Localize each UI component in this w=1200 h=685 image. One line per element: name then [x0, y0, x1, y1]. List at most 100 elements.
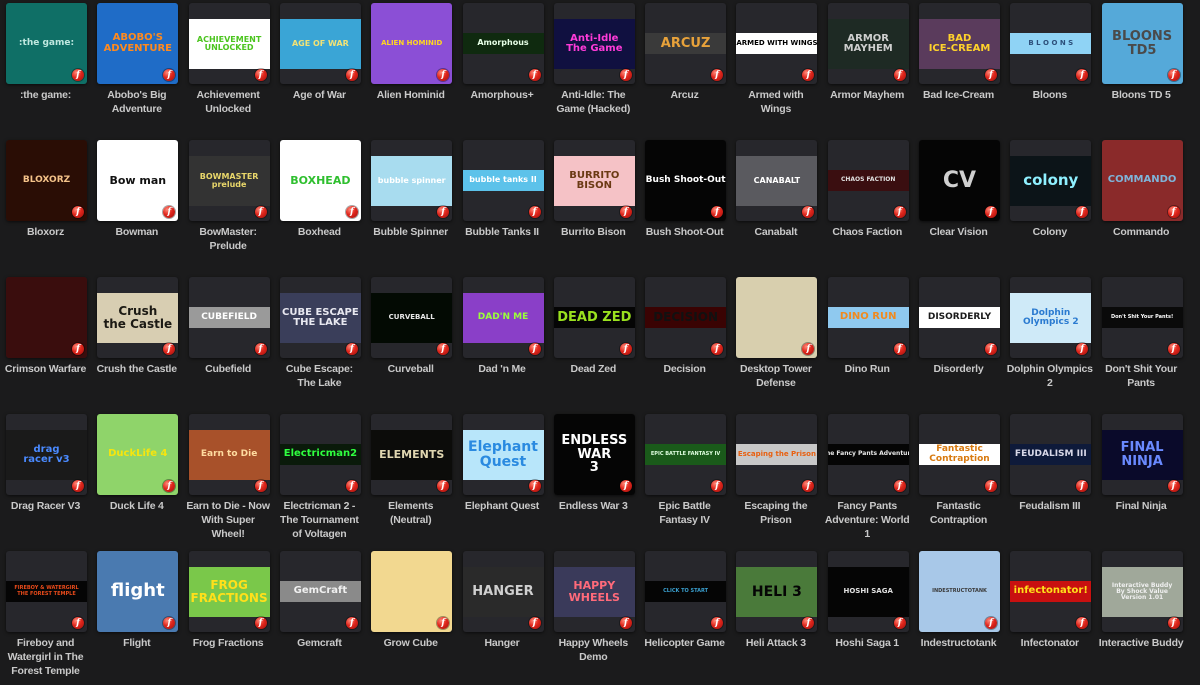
game-thumbnail[interactable]: drag racer v3 f [6, 414, 87, 495]
game-title[interactable]: Crimson Warfare [0, 362, 91, 376]
game-tile[interactable]: CUBE ESCAPE THE LAKE f Cube Escape: The … [274, 274, 365, 411]
game-tile[interactable]: f Grow Cube [365, 548, 456, 685]
game-title[interactable]: BowMaster: Prelude [183, 225, 274, 253]
game-tile[interactable]: f Desktop Tower Defense [730, 274, 821, 411]
game-thumbnail[interactable]: B L O O N S f [1010, 3, 1092, 84]
game-thumbnail[interactable]: ENDLESS WAR 3 f [553, 414, 635, 495]
game-tile[interactable]: ENDLESS WAR 3 f Endless War 3 [548, 411, 639, 548]
game-thumbnail[interactable]: BOXHEAD f [279, 140, 361, 221]
game-thumbnail[interactable]: HANGER f [462, 551, 544, 632]
game-tile[interactable]: HELI 3 f Heli Attack 3 [730, 548, 821, 685]
game-title[interactable]: Helicopter Game [639, 636, 730, 650]
game-tile[interactable]: CUBEFIELD f Cubefield [183, 274, 274, 411]
game-tile[interactable]: HAPPY WHEELS f Happy Wheels Demo [548, 548, 639, 685]
game-title[interactable]: Hoshi Saga 1 [822, 636, 913, 650]
game-tile[interactable]: The Fancy Pants Adventure f Fancy Pants … [822, 411, 913, 548]
game-title[interactable]: Heli Attack 3 [730, 636, 821, 650]
game-tile[interactable]: ALIEN HOMINID f Alien Hominid [365, 0, 456, 137]
game-tile[interactable]: bubble tanks II f Bubble Tanks II [457, 137, 548, 274]
game-title[interactable]: Bloons [1004, 88, 1095, 102]
game-thumbnail[interactable]: Electricman2 f [279, 414, 361, 495]
game-thumbnail[interactable]: HELI 3 f [736, 551, 818, 632]
game-thumbnail[interactable]: DEAD ZED f [553, 277, 635, 358]
game-tile[interactable]: CURVEBALL f Curveball [365, 274, 456, 411]
game-thumbnail[interactable]: Earn to Die f [188, 414, 270, 495]
game-title[interactable]: Bowman [91, 225, 182, 239]
game-tile[interactable]: Escaping the Prison f Escaping the Priso… [730, 411, 821, 548]
game-title[interactable]: Feudalism III [1004, 499, 1095, 513]
game-thumbnail[interactable]: BOWMASTER prelude f [188, 140, 270, 221]
game-thumbnail[interactable]: The Fancy Pants Adventure f [827, 414, 909, 495]
game-tile[interactable]: :the game: f :the game: [0, 0, 91, 137]
game-tile[interactable]: CLICK TO START f Helicopter Game [639, 548, 730, 685]
game-title[interactable]: Bloons TD 5 [1096, 88, 1187, 102]
game-tile[interactable]: ACHIEVEMENT UNLOCKED f Achievement Unloc… [183, 0, 274, 137]
game-thumbnail[interactable]: CLICK TO START f [645, 551, 727, 632]
game-tile[interactable]: Fantastic Contraption f Fantastic Contra… [913, 411, 1004, 548]
game-title[interactable]: Indestructotank [913, 636, 1004, 650]
game-thumbnail[interactable]: HAPPY WHEELS f [553, 551, 635, 632]
game-tile[interactable]: FINAL NINJA f Final Ninja [1096, 411, 1187, 548]
game-tile[interactable]: AGE OF WAR f Age of War [274, 0, 365, 137]
game-thumbnail[interactable]: INDESTRUCTOTANK f [919, 551, 1000, 632]
game-tile[interactable]: BLOONS TD5 f Bloons TD 5 [1096, 0, 1187, 137]
game-thumbnail[interactable]: ARMOR MAYHEM f [827, 3, 909, 84]
game-thumbnail[interactable]: f [736, 277, 818, 358]
game-tile[interactable]: FROG FRACTIONS f Frog Fractions [183, 548, 274, 685]
game-title[interactable]: Infectonator [1004, 636, 1095, 650]
game-thumbnail[interactable]: f [371, 551, 453, 632]
game-tile[interactable]: ARMED WITH WINGS f Armed with Wings [730, 0, 821, 137]
game-title[interactable]: Fancy Pants Adventure: World 1 [822, 499, 913, 541]
game-tile[interactable]: BLOXORZ f Bloxorz [0, 137, 91, 274]
game-tile[interactable]: ELEMENTS f Elements (Neutral) [365, 411, 456, 548]
game-tile[interactable]: DEAD ZED f Dead Zed [548, 274, 639, 411]
game-title[interactable]: Epic Battle Fantasy IV [639, 499, 730, 527]
game-thumbnail[interactable]: AGE OF WAR f [279, 3, 361, 84]
game-thumbnail[interactable]: BURRITO BISON f [553, 140, 635, 221]
game-title[interactable]: :the game: [0, 88, 91, 102]
game-tile[interactable]: BOXHEAD f Boxhead [274, 137, 365, 274]
game-thumbnail[interactable]: CHAOS FACTION f [827, 140, 909, 221]
game-title[interactable]: Elephant Quest [457, 499, 548, 513]
game-title[interactable]: Duck Life 4 [91, 499, 182, 513]
game-title[interactable]: Dino Run [822, 362, 913, 376]
game-thumbnail[interactable]: Dolphin Olympics 2 f [1010, 277, 1092, 358]
game-tile[interactable]: COMMANDO f Commando [1096, 137, 1187, 274]
game-thumbnail[interactable]: FEUDALISM III f [1010, 414, 1092, 495]
game-thumbnail[interactable]: Fantastic Contraption f [919, 414, 1000, 495]
game-title[interactable]: Flight [91, 636, 182, 650]
game-tile[interactable]: infectonator! f Infectonator [1004, 548, 1095, 685]
game-tile[interactable]: CANABALT f Canabalt [730, 137, 821, 274]
game-thumbnail[interactable]: DECISION f [645, 277, 727, 358]
game-title[interactable]: Bubble Tanks II [457, 225, 548, 239]
game-tile[interactable]: bubble spinner f Bubble Spinner [365, 137, 456, 274]
game-thumbnail[interactable]: DAD'N ME f [462, 277, 544, 358]
game-title[interactable]: Escaping the Prison [730, 499, 821, 527]
game-thumbnail[interactable]: CUBE ESCAPE THE LAKE f [279, 277, 361, 358]
game-title[interactable]: Happy Wheels Demo [548, 636, 639, 664]
game-tile[interactable]: BAD ICE-CREAM f Bad Ice-Cream [913, 0, 1004, 137]
game-title[interactable]: Desktop Tower Defense [730, 362, 821, 390]
game-tile[interactable]: DISORDERLY f Disorderly [913, 274, 1004, 411]
game-thumbnail[interactable]: Escaping the Prison f [736, 414, 818, 495]
game-title[interactable]: Elements (Neutral) [365, 499, 456, 527]
game-title[interactable]: Disorderly [913, 362, 1004, 376]
game-tile[interactable]: ABOBO'S ADVENTURE f Abobo's Big Adventur… [91, 0, 182, 137]
game-thumbnail[interactable]: bubble tanks II f [462, 140, 544, 221]
game-tile[interactable]: f Crimson Warfare [0, 274, 91, 411]
game-title[interactable]: Cubefield [183, 362, 274, 376]
game-thumbnail[interactable]: infectonator! f [1010, 551, 1092, 632]
game-title[interactable]: Crush the Castle [91, 362, 182, 376]
game-thumbnail[interactable]: DINO RUN f [827, 277, 909, 358]
game-tile[interactable]: BURRITO BISON f Burrito Bison [548, 137, 639, 274]
game-thumbnail[interactable]: CANABALT f [736, 140, 818, 221]
game-tile[interactable]: flight f Flight [91, 548, 182, 685]
game-tile[interactable]: EPIC BATTLE FANTASY IV f Epic Battle Fan… [639, 411, 730, 548]
game-thumbnail[interactable]: ALIEN HOMINID f [371, 3, 453, 84]
game-thumbnail[interactable]: f [6, 277, 87, 358]
game-thumbnail[interactable]: Elephant Quest f [462, 414, 544, 495]
game-title[interactable]: Clear Vision [913, 225, 1004, 239]
game-title[interactable]: Interactive Buddy [1096, 636, 1187, 650]
game-thumbnail[interactable]: ARCUZ f [645, 3, 727, 84]
game-thumbnail[interactable]: :the game: f [6, 3, 87, 84]
